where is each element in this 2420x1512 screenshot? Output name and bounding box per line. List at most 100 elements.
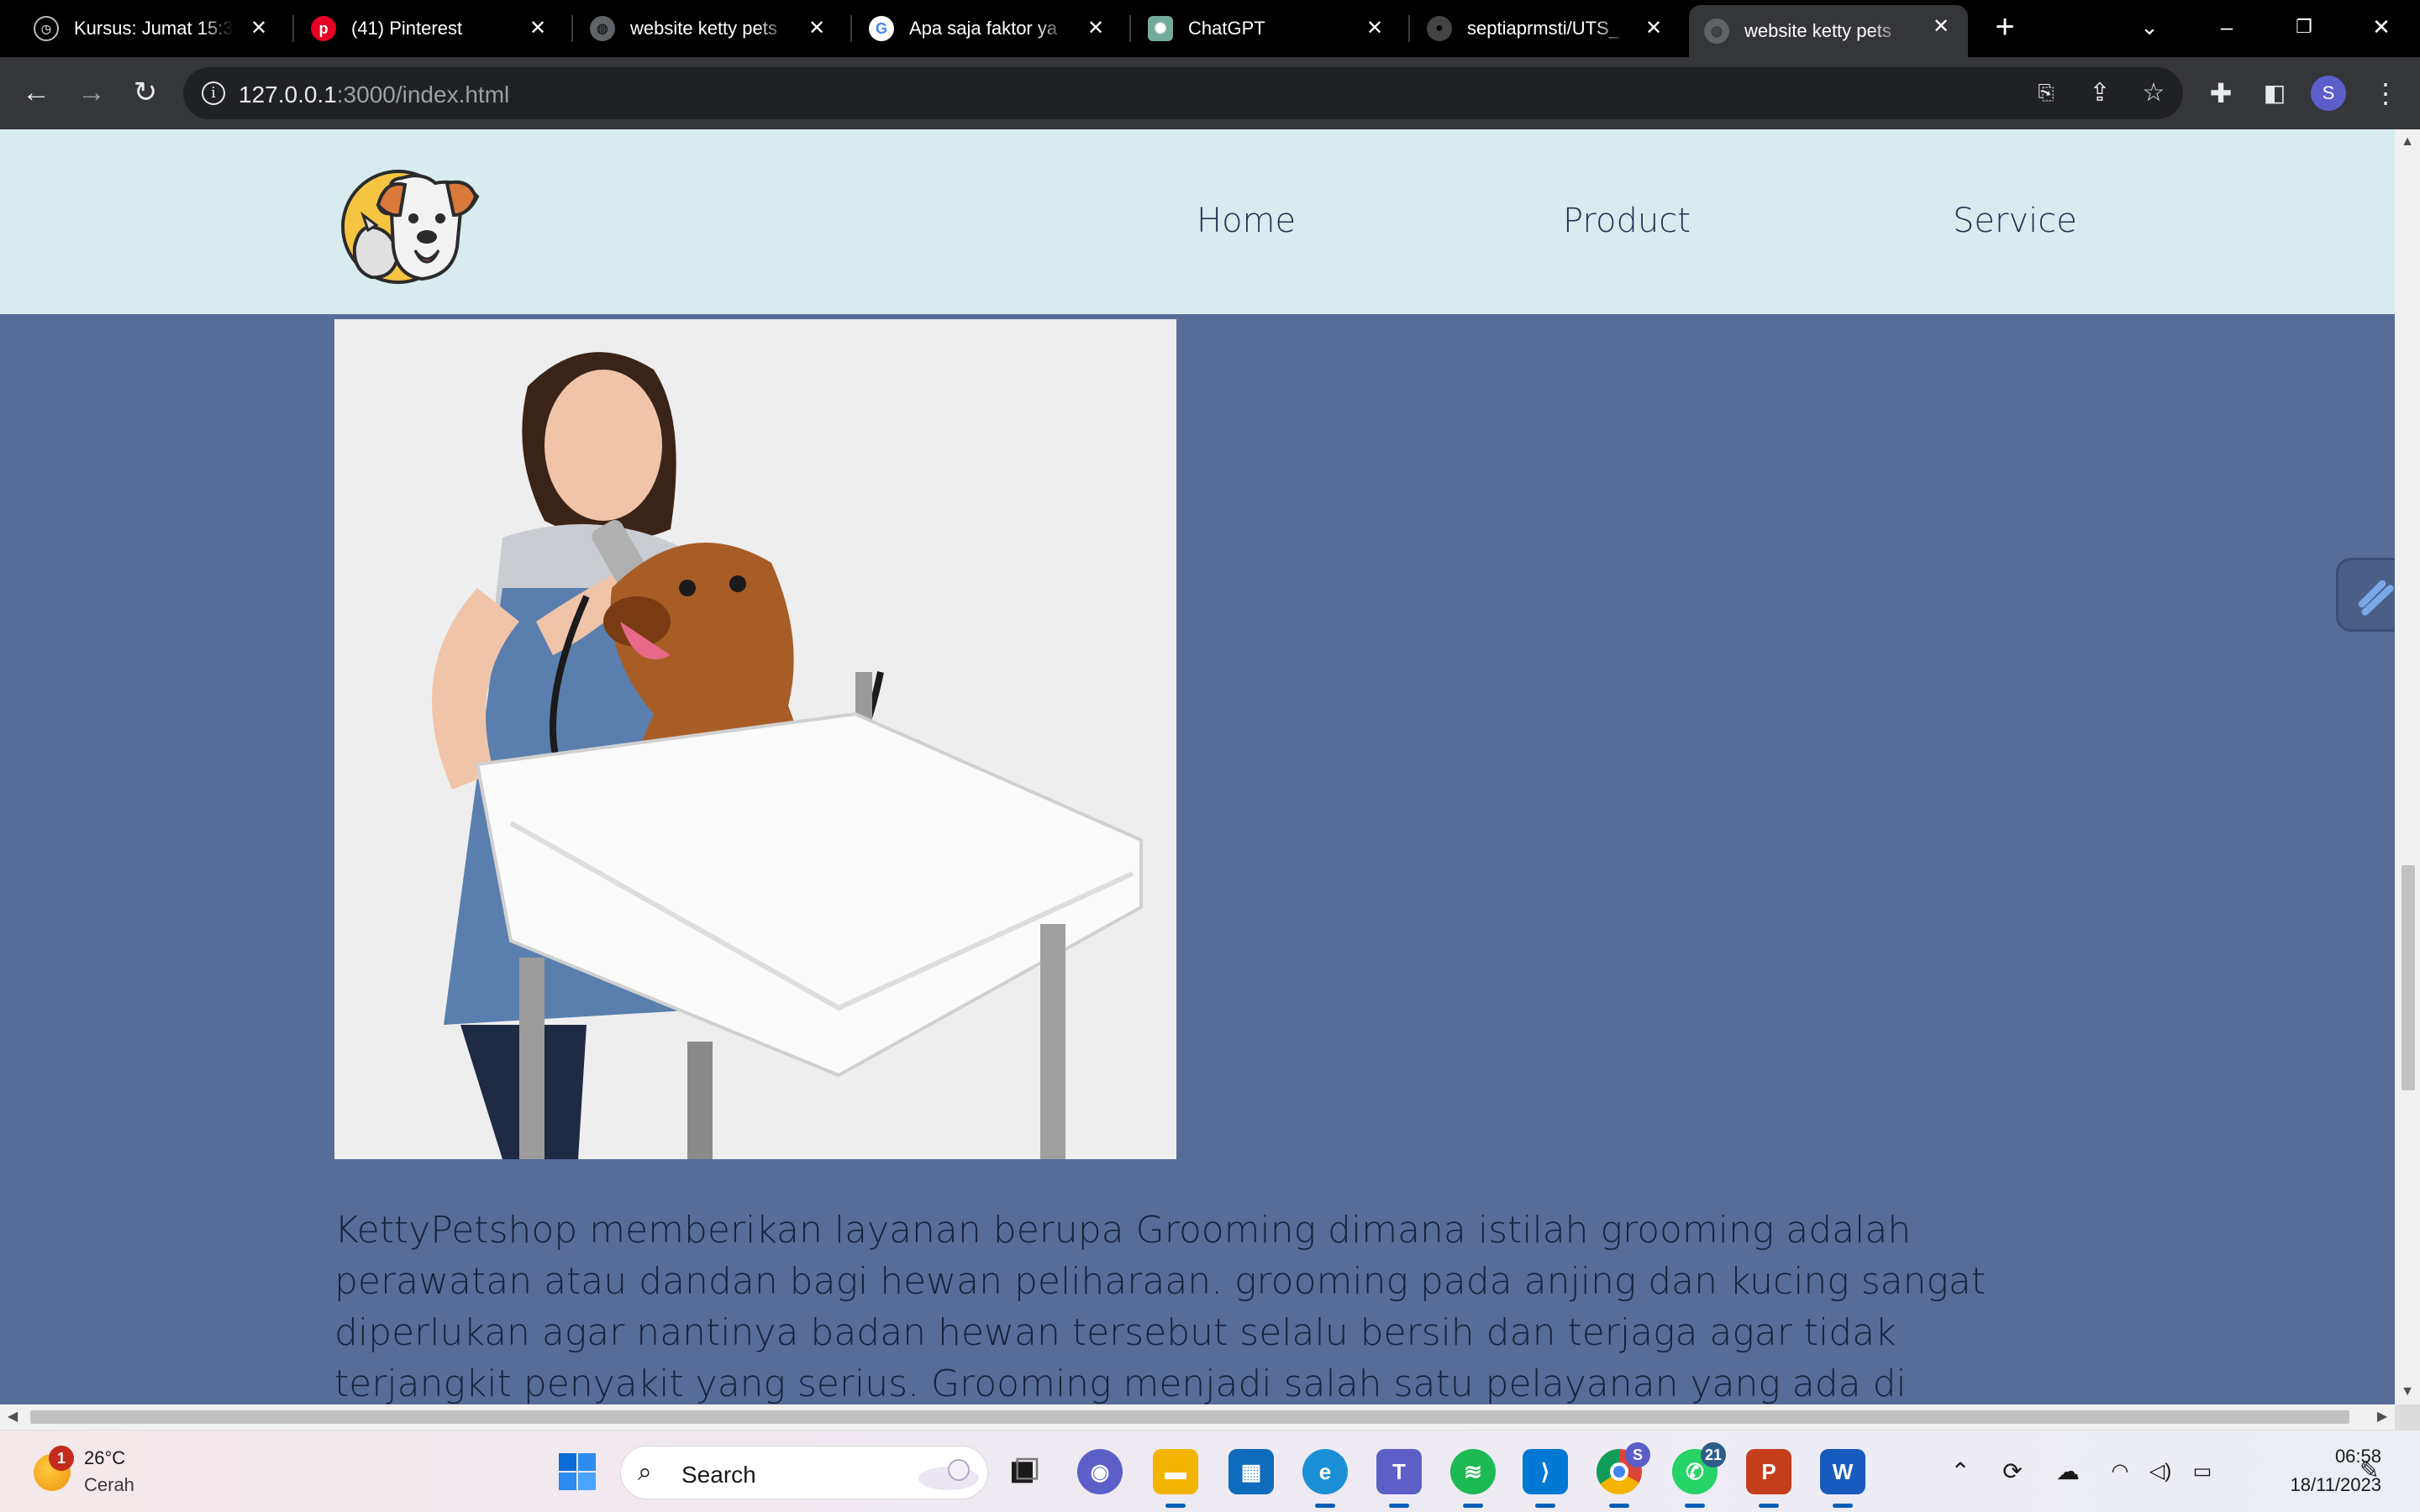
restore-icon[interactable]: ❐ <box>2286 8 2323 45</box>
wifi-icon[interactable]: ◠ <box>2104 1456 2136 1488</box>
back-icon[interactable]: ← <box>17 74 55 113</box>
forward-icon[interactable]: → <box>72 74 111 113</box>
sync-icon[interactable]: ⟳ <box>1996 1456 2028 1488</box>
tab-website-ketty-pets[interactable]: ◍ website ketty pets ✕ <box>575 7 844 50</box>
nav-product-link[interactable]: Product <box>1563 202 1691 240</box>
globe-icon: ◍ <box>1704 18 1729 44</box>
teams-app[interactable]: T <box>1376 1449 1422 1508</box>
start-button[interactable] <box>555 1449 600 1494</box>
browser-toolbar: ← → ↻ i 127.0.0.1:3000/index.html ⎘ ⇪ ☆ … <box>0 57 2420 129</box>
tab-google-search[interactable]: G Apa saja faktor ya ✕ <box>854 7 1123 50</box>
new-tab-button[interactable]: + <box>1988 10 2022 45</box>
vertical-scroll-thumb[interactable] <box>2402 865 2415 1090</box>
tab-separator <box>1408 15 1410 42</box>
battery-icon[interactable]: ▭ <box>2186 1456 2218 1488</box>
chrome-icon <box>1610 1462 1628 1481</box>
floating-extension-button[interactable] <box>2336 558 2395 632</box>
minimize-icon[interactable]: – <box>2208 8 2245 45</box>
url-path: :3000/index.html <box>336 81 510 108</box>
scroll-left-icon[interactable]: ◀ <box>0 1404 25 1430</box>
nav-service-link[interactable]: Service <box>1953 202 2077 240</box>
horizontal-scroll-thumb[interactable] <box>30 1410 2349 1424</box>
side-panel-icon[interactable]: ◧ <box>2257 76 2292 111</box>
tab-separator <box>1129 15 1131 42</box>
tab-search-chevron-icon[interactable]: ⌄ <box>2131 8 2168 45</box>
tab-strip: ◷ Kursus: Jumat 15:3 ✕ p (41) Pinterest … <box>0 0 2420 57</box>
word-app[interactable]: W <box>1820 1449 1865 1508</box>
extensions-icon[interactable]: ✚ <box>2203 76 2238 111</box>
close-icon[interactable]: ✕ <box>247 17 271 40</box>
volume-icon[interactable]: ◁) <box>2144 1456 2176 1488</box>
vscode-app[interactable]: ⟩ <box>1523 1449 1568 1508</box>
search-icon: ⌕ <box>638 1458 652 1486</box>
running-indicator <box>1759 1504 1779 1508</box>
search-label: Search <box>681 1462 756 1488</box>
whatsapp-app[interactable]: ✆ 21 <box>1672 1442 1726 1508</box>
lightning-icon <box>2358 580 2394 616</box>
translate-icon[interactable]: ⎘ <box>2032 79 2060 108</box>
running-indicator <box>1165 1504 1186 1508</box>
running-indicator <box>1389 1504 1409 1508</box>
chrome-app[interactable]: S <box>1597 1442 1650 1508</box>
horizontal-scrollbar[interactable]: ◀ ▶ <box>0 1404 2395 1430</box>
notifications-icon[interactable]: ✎ <box>2360 1456 2390 1486</box>
teams-chat-app[interactable]: ◉ <box>1077 1449 1123 1494</box>
tab-github[interactable]: ● septiaprmsti/UTS_ ✕ <box>1412 7 1681 50</box>
tab-separator <box>571 15 573 42</box>
moodle-icon: ◷ <box>34 16 59 41</box>
edge-icon: e <box>1318 1458 1332 1484</box>
windows-taskbar: 1 26°C Cerah ⌕ Search ◉ ▬ ▦ e T ≋ ⟩ S ✆ … <box>0 1430 2420 1512</box>
tab-website-ketty-pets-active[interactable]: ◍ website ketty pets ✕ <box>1689 5 1968 57</box>
tab-title: Kursus: Jumat 15:3 <box>74 18 234 39</box>
ketty-petshop-logo[interactable] <box>334 163 482 286</box>
spotify-app[interactable]: ≋ <box>1450 1449 1496 1508</box>
file-explorer-app[interactable]: ▬ <box>1153 1449 1198 1508</box>
tab-chatgpt[interactable]: ✺ ChatGPT ✕ <box>1133 7 1402 50</box>
close-icon[interactable]: ✕ <box>805 17 829 40</box>
running-indicator <box>1609 1504 1629 1508</box>
tab-separator <box>292 15 294 42</box>
powerpoint-app[interactable]: P <box>1746 1449 1791 1508</box>
whatsapp-unread-badge: 21 <box>1701 1442 1726 1467</box>
url-text[interactable]: 127.0.0.1:3000/index.html <box>239 81 509 108</box>
running-indicator <box>1463 1504 1483 1508</box>
close-icon[interactable]: ✕ <box>1929 15 1953 39</box>
nav-home-link[interactable]: Home <box>1197 202 1296 240</box>
tray-chevron-icon[interactable]: ⌃ <box>1944 1456 1976 1488</box>
scroll-right-icon[interactable]: ▶ <box>2370 1404 2395 1430</box>
scroll-up-icon[interactable]: ▲ <box>2395 129 2420 155</box>
vscode-icon: ⟩ <box>1540 1458 1550 1484</box>
page-viewport: Home Product Service KettyPetshop member… <box>0 129 2395 1404</box>
profile-avatar[interactable]: S <box>2311 76 2346 111</box>
tab-title: (41) Pinterest <box>351 18 463 39</box>
task-view-icon <box>1012 1457 1039 1483</box>
windows-logo-icon <box>559 1453 596 1490</box>
close-window-icon[interactable]: ✕ <box>2363 8 2400 45</box>
url-host: 127.0.0.1 <box>239 81 337 108</box>
bookmark-star-icon[interactable]: ☆ <box>2139 79 2168 108</box>
address-bar[interactable]: i 127.0.0.1:3000/index.html ⎘ ⇪ ☆ <box>183 67 2183 119</box>
running-indicator <box>1315 1504 1335 1508</box>
edge-app[interactable]: e <box>1302 1449 1348 1508</box>
share-icon[interactable]: ⇪ <box>2086 79 2114 108</box>
chrome-profile-badge: S <box>1625 1442 1650 1467</box>
close-icon[interactable]: ✕ <box>1363 17 1386 40</box>
tab-pinterest[interactable]: p (41) Pinterest ✕ <box>296 7 565 50</box>
grooming-photo <box>334 319 1176 1159</box>
vertical-scrollbar[interactable]: ▲ ▼ <box>2395 129 2420 1404</box>
reload-icon[interactable]: ↻ <box>126 74 165 113</box>
tab-kursus[interactable]: ◷ Kursus: Jumat 15:3 ✕ <box>18 7 286 50</box>
more-menu-icon[interactable]: ⋮ <box>2368 76 2403 111</box>
close-icon[interactable]: ✕ <box>1084 17 1107 40</box>
close-icon[interactable]: ✕ <box>1642 17 1665 40</box>
spotify-icon: ≋ <box>1464 1458 1482 1484</box>
site-info-icon[interactable]: i <box>202 81 225 105</box>
tab-title: website ketty pets <box>1744 20 1891 41</box>
store-icon: ▦ <box>1240 1458 1262 1484</box>
taskbar-search[interactable]: ⌕ Search <box>620 1446 988 1499</box>
onedrive-cloud-icon[interactable]: ☁ <box>2052 1456 2084 1488</box>
microsoft-store-app[interactable]: ▦ <box>1228 1449 1274 1494</box>
scroll-down-icon[interactable]: ▼ <box>2395 1379 2420 1404</box>
task-view-button[interactable] <box>1002 1449 1047 1494</box>
close-icon[interactable]: ✕ <box>526 17 550 40</box>
